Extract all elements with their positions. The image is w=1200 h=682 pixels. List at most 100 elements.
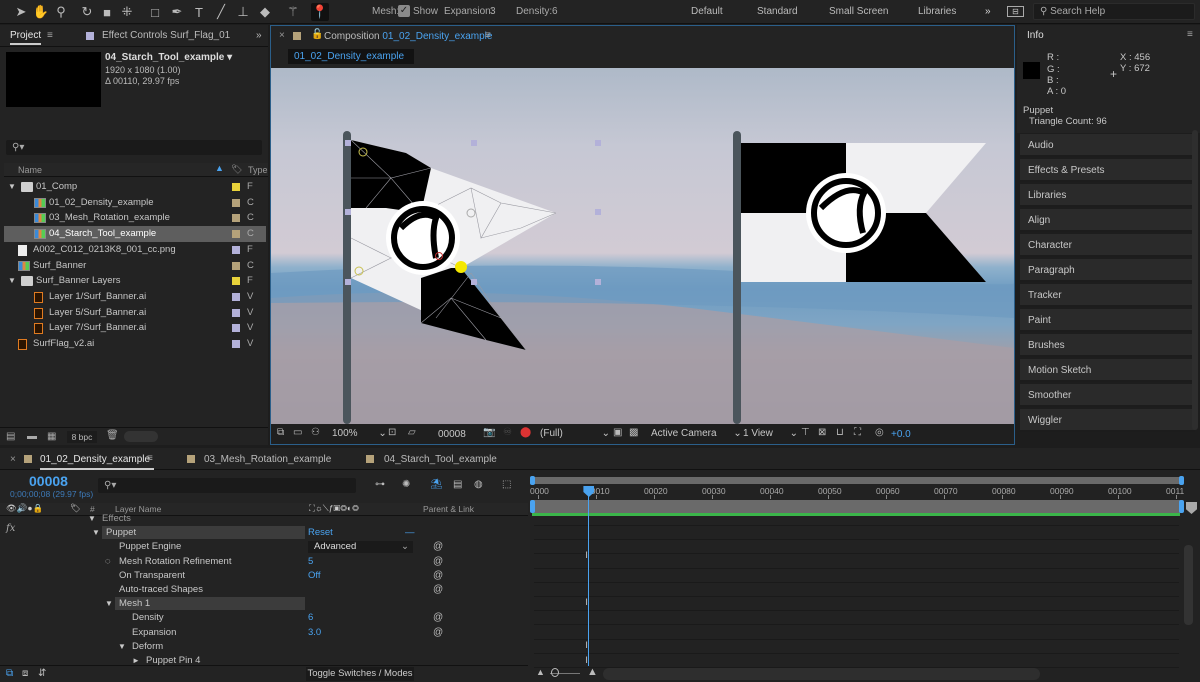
flowchart-icon[interactable]: ⛶ [854, 427, 861, 438]
work-area-end[interactable] [1179, 500, 1184, 513]
work-area-navigator[interactable] [530, 476, 1184, 485]
timeline-scrollbar[interactable] [1184, 545, 1193, 625]
rectangle-tool-icon[interactable]: □ [146, 3, 164, 21]
project-item[interactable]: ▼ 01_Comp F [4, 179, 266, 195]
composition-viewer[interactable] [271, 68, 1014, 424]
puppet-pin-tool-icon[interactable]: 📍 [311, 3, 329, 21]
pen-tool-icon[interactable]: ✒ [168, 3, 186, 21]
workspace-layout-icon[interactable]: ⊟ [1007, 6, 1024, 17]
label-color-swatch[interactable] [232, 308, 240, 317]
project-item[interactable]: 01_02_Density_example C [4, 195, 266, 211]
comp-mini-flowchart-icon[interactable]: ⊶ [375, 479, 385, 490]
selection-tool-icon[interactable]: ➤ [12, 3, 30, 21]
keyframe-icon[interactable]: I [585, 640, 588, 650]
project-search-input[interactable]: ⚲▾ [6, 140, 262, 155]
property-row[interactable]: Expansion 3.0 @ [0, 626, 528, 640]
project-item[interactable]: 03_Mesh_Rotation_example C [4, 210, 266, 226]
fast-draft-icon[interactable]: ⊠ [818, 427, 826, 438]
mask-visibility-icon[interactable]: ⚇ [311, 427, 320, 438]
panel-brushes[interactable]: Brushes [1020, 334, 1195, 357]
property-extra[interactable]: — [405, 526, 415, 540]
roto-brush-tool-icon[interactable]: ⚚ [284, 3, 302, 21]
brush-tool-icon[interactable]: ╱ [212, 3, 230, 21]
transparency-grid-icon[interactable]: ▱ [408, 427, 416, 438]
workspaces-overflow-button[interactable]: » [985, 6, 991, 17]
toggle-switches-modes-button[interactable]: Toggle Switches / Modes [306, 667, 414, 681]
resolution-select[interactable]: (Full) ⌄ [540, 428, 610, 439]
exposure-value[interactable]: +0.0 [891, 429, 911, 440]
panel-smoother[interactable]: Smoother [1020, 384, 1195, 407]
tab-project[interactable]: Project [10, 30, 42, 45]
color-channels-icon[interactable]: ⬤ [520, 427, 531, 438]
property-row[interactable]: ◌ Mesh Rotation Refinement 5 @ [0, 555, 528, 569]
workspace-small-screen[interactable]: Small Screen [829, 6, 888, 17]
project-scroll[interactable] [124, 431, 158, 442]
project-item[interactable]: Layer 5/Surf_Banner.ai V [4, 305, 266, 321]
expansion-value[interactable]: 3 [490, 6, 496, 17]
panel-paragraph[interactable]: Paragraph [1020, 259, 1195, 282]
project-item[interactable]: Layer 1/Surf_Banner.ai V [4, 289, 266, 305]
panel-libraries[interactable]: Libraries [1020, 184, 1195, 207]
property-row[interactable]: Puppet Engine Advanced ⌄ @ [0, 540, 528, 554]
mesh-show-checkbox[interactable]: ✓ [398, 5, 410, 17]
close-tab-icon[interactable]: × [10, 454, 16, 465]
panel-character[interactable]: Character [1020, 234, 1195, 257]
property-row[interactable]: On Transparent Off @ [0, 569, 528, 583]
property-value[interactable]: 3.0 [308, 626, 321, 640]
expand-toggle-icon[interactable]: ▼ [88, 512, 96, 526]
preview-name[interactable]: 04_Starch_Tool_example ▾ [105, 52, 232, 63]
fast-previews-icon[interactable]: ▣ [613, 427, 622, 438]
panel-paint[interactable]: Paint [1020, 309, 1195, 332]
timeline-tab-01-02-density[interactable]: 01_02_Density_example [40, 454, 154, 470]
expression-pick-whip-icon[interactable]: @ [433, 611, 443, 625]
monitor-icon[interactable]: ▭ [293, 427, 302, 438]
panel-tracker[interactable]: Tracker [1020, 284, 1195, 307]
panel-motion-sketch[interactable]: Motion Sketch [1020, 359, 1195, 382]
project-item[interactable]: A002_C012_0213K8_001_cc.png F [4, 242, 266, 258]
label-color-swatch[interactable] [232, 292, 240, 301]
workspace-default[interactable]: Default [691, 6, 723, 17]
graph-editor-icon[interactable]: ⬚ [502, 479, 511, 490]
selected-puppet-pin[interactable] [455, 261, 467, 273]
panel-wiggler[interactable]: Wiggler [1020, 409, 1195, 432]
label-color-swatch[interactable] [232, 277, 240, 286]
current-time-display[interactable]: 00008 [438, 429, 466, 440]
column-type[interactable]: Type [248, 165, 268, 175]
property-value[interactable]: 6 [308, 611, 313, 625]
property-value[interactable]: 5 [308, 555, 313, 569]
project-item[interactable]: ▼ Surf_Banner Layers F [4, 273, 266, 289]
panel-menu-icon[interactable]: ≡ [47, 30, 53, 41]
search-help-input[interactable]: ⚲ Search Help [1033, 3, 1195, 20]
workspace-libraries[interactable]: Libraries [918, 6, 956, 17]
expression-pick-whip-icon[interactable]: @ [433, 569, 443, 583]
label-color-swatch[interactable] [232, 183, 240, 191]
label-color-swatch[interactable] [232, 230, 240, 239]
close-tab-icon[interactable]: × [279, 30, 285, 41]
camera-select[interactable]: Active Camera ⌄ [651, 428, 742, 439]
comp-breadcrumb[interactable]: 01_02_Density_example [288, 49, 414, 64]
eraser-tool-icon[interactable]: ◆ [256, 3, 274, 21]
label-color-swatch[interactable] [232, 214, 240, 223]
timeline-tab-03-mesh-rotation[interactable]: 03_Mesh_Rotation_example [204, 454, 331, 465]
toggle-transparency-icon[interactable]: ▩ [629, 427, 638, 438]
pan-behind-tool-icon[interactable]: ⁜ [118, 3, 136, 21]
stopwatch-icon[interactable]: ◌ [105, 555, 111, 569]
show-snapshot-icon[interactable]: ♾ [503, 427, 512, 438]
panel-audio[interactable]: Audio [1020, 134, 1195, 157]
keyframe-icon[interactable]: I [585, 550, 588, 560]
project-item[interactable]: 04_Starch_Tool_example C [4, 226, 266, 243]
timeline-tab-04-starch-tool[interactable]: 04_Starch_Tool_example [384, 454, 497, 465]
zoom-out-icon[interactable]: ▲ [536, 667, 545, 677]
timeline-horizontal-scrollbar[interactable] [603, 668, 1040, 680]
expression-pick-whip-icon[interactable]: @ [433, 626, 443, 640]
density-value[interactable]: 6 [552, 6, 558, 17]
label-color-swatch[interactable] [232, 245, 240, 254]
hand-tool-icon[interactable]: ✋ [32, 3, 50, 21]
panels-overflow-button[interactable]: » [256, 30, 262, 41]
expand-toggle-icon[interactable]: ▼ [118, 640, 126, 654]
expression-pick-whip-icon[interactable]: @ [433, 540, 443, 554]
label-color-swatch[interactable] [232, 324, 240, 333]
panel-menu-icon[interactable]: ≡ [147, 453, 153, 464]
work-area-start[interactable] [530, 500, 535, 513]
toggle-pixel-aspect-icon[interactable]: ⊤ [801, 427, 810, 438]
